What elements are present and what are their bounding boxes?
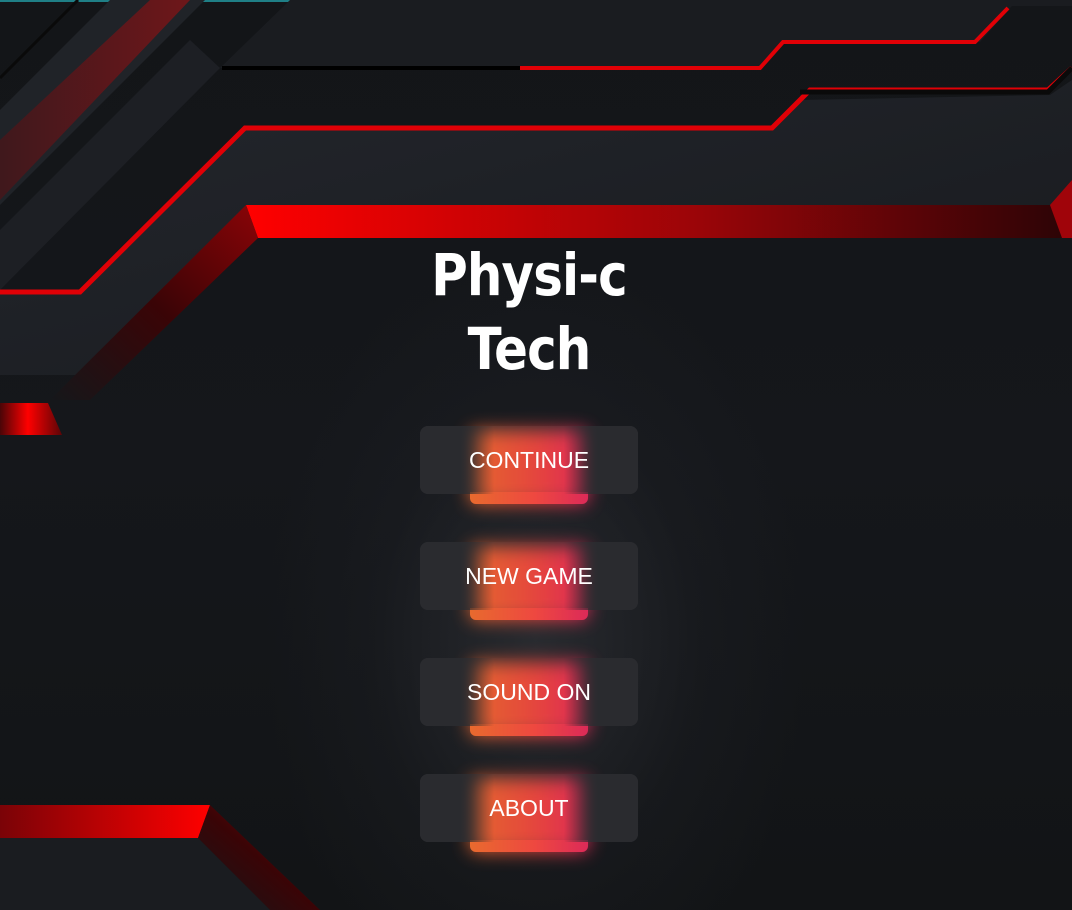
continue-button[interactable]: CONTINUE [420,426,638,504]
about-button[interactable]: ABOUT [420,774,638,852]
sound-toggle-button[interactable]: SOUND ON [420,658,638,736]
new-game-button[interactable]: NEW GAME [420,542,638,620]
about-button-label: ABOUT [489,795,569,821]
new-game-button-label: NEW GAME [465,563,593,589]
game-title-line-1: Physi-c [431,241,627,309]
sound-toggle-button-label: SOUND ON [467,679,591,705]
game-title-line-2: Tech [467,315,592,383]
continue-button-label: CONTINUE [468,447,590,473]
game-title: Physi-c Tech [363,238,695,386]
main-menu-screen: Physi-c Tech CONTINUE NEW GAME SOUND ON … [0,0,1072,910]
